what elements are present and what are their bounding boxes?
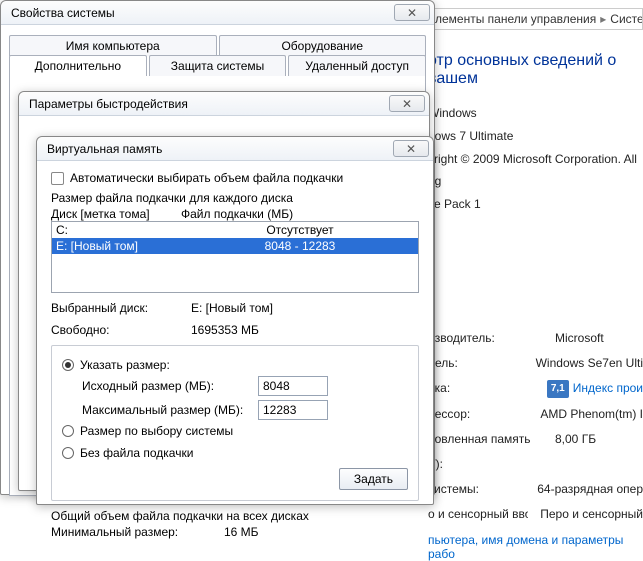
maximum-size-input[interactable] [258,400,328,420]
breadcrumb-item[interactable]: лементы панели управления [435,12,596,26]
label-model: дель: [428,351,524,376]
page-title: отр основных сведений о вашем [428,52,643,88]
drive-name: E: [Новый том] [56,239,186,253]
tab-hardware[interactable]: Оборудование [219,35,427,56]
radio-icon [62,359,74,371]
radio-label: Без файла подкачки [80,446,193,460]
label-manufacturer: изводитель: [428,326,543,351]
selected-drive-label: Выбранный диск: [51,301,181,315]
close-button[interactable]: ✕ [394,4,430,21]
radio-icon [62,425,74,437]
control-panel-system-page: лементы панели управления ▸ Система отр … [420,0,643,506]
experience-index-link[interactable]: Индекс прои [573,381,643,395]
min-size-value: 16 МБ [224,525,259,539]
label-system-type: системы: [428,477,525,502]
per-drive-label: Размер файла подкачки для каждого диска [51,191,419,205]
close-icon: ✕ [402,97,412,111]
label-pen-touch: о и сенсорный ввод: [428,502,528,527]
column-drive: Диск [метка тома] [51,207,181,221]
radio-custom-size[interactable]: Указать размер: [62,358,408,372]
copyright: yright © 2009 Microsoft Corporation. All… [428,148,643,194]
experience-index-badge: 7,1 [547,380,569,398]
size-options-group: Указать размер: Исходный размер (МБ): Ма… [51,345,419,501]
label-ram: новленная память [428,427,543,452]
window-title: Свойства системы [11,6,394,20]
tab-system-protection[interactable]: Защита системы [149,55,287,76]
radio-no-pagefile[interactable]: Без файла подкачки [62,446,193,460]
edition-name: dows 7 Ultimate [428,125,643,148]
label-processor: цессор: [428,402,528,427]
free-space-label: Свободно: [51,323,181,337]
initial-size-input[interactable] [258,376,328,396]
checkbox-icon [51,172,64,185]
close-icon: ✕ [407,6,417,20]
drive-list[interactable]: C: Отсутствует E: [Новый том] 8048 - 122… [51,221,419,293]
free-space-value: 1695353 МБ [191,323,419,337]
window-title: Параметры быстродействия [29,97,389,111]
maximum-size-label: Максимальный размер (МБ): [82,403,252,417]
computer-name-section-link[interactable]: пьютера, имя домена и параметры рабо [428,533,643,561]
drive-pagefile: 8048 - 12283 [186,239,414,253]
value-pen-touch: Перо и сенсорный [540,502,643,527]
window-title: Виртуальная память [47,142,393,156]
column-pagefile: Файл подкачки (МБ) [181,207,419,221]
initial-size-label: Исходный размер (МБ): [82,379,252,393]
close-button[interactable]: ✕ [393,140,429,157]
drive-row[interactable]: C: Отсутствует [52,222,418,238]
totals-heading: Общий объем файла подкачки на всех диска… [51,509,419,523]
radio-system-managed[interactable]: Размер по выбору системы [62,424,408,438]
radio-label: Указать размер: [80,358,170,372]
label-rating: нка: [428,376,535,401]
drive-pagefile: Отсутствует [186,223,414,237]
label-ram2: У): [428,452,543,477]
virtual-memory-window: Виртуальная память ✕ Автоматически выбир… [36,136,434,505]
tab-remote[interactable]: Удаленный доступ [288,55,426,76]
windows-edition-block: Windows dows 7 Ultimate yright © 2009 Mi… [428,102,643,216]
set-button[interactable]: Задать [339,468,408,490]
tab-advanced[interactable]: Дополнительно [9,55,147,76]
radio-icon [62,447,74,459]
checkbox-label: Автоматически выбирать объем файла подка… [70,171,343,185]
chevron-right-icon: ▸ [600,12,606,26]
edition-label: Windows [428,102,643,125]
system-info-table: изводитель: Microsoft дель: Windows Se7en … [428,326,643,528]
value-processor: AMD Phenom(tm) I [540,402,643,427]
value-manufacturer: Microsoft [555,326,643,351]
min-size-label: Минимальный размер: [51,525,216,539]
auto-manage-checkbox[interactable]: Автоматически выбирать объем файла подка… [51,171,419,185]
tab-computer-name[interactable]: Имя компьютера [9,35,217,56]
breadcrumb-item[interactable]: Система [610,12,643,26]
drive-name: C: [56,223,186,237]
radio-label: Размер по выбору системы [80,424,233,438]
drive-row[interactable]: E: [Новый том] 8048 - 12283 [52,238,418,254]
close-button[interactable]: ✕ [389,95,425,112]
service-pack: ce Pack 1 [428,193,643,216]
value-ram: 8,00 ГБ [555,427,643,452]
value-model: Windows Se7en Ulti [536,351,643,376]
breadcrumb[interactable]: лементы панели управления ▸ Система [428,8,643,30]
selected-drive-value: E: [Новый том] [191,301,419,315]
close-icon: ✕ [406,142,416,156]
value-system-type: 64-разрядная опер [537,477,643,502]
